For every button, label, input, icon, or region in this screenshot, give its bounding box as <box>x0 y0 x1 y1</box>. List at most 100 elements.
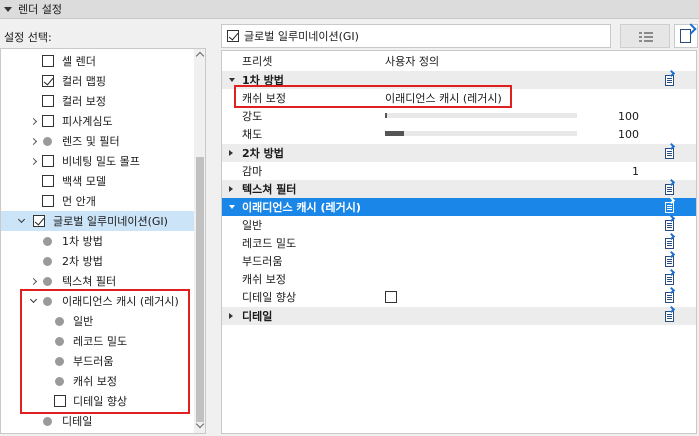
tree-item-primary-method[interactable]: 1차 방법 <box>1 231 194 251</box>
export-icon[interactable] <box>663 178 677 196</box>
tree-checkbox[interactable] <box>42 55 54 67</box>
tree-item-label: 셀 렌더 <box>62 55 96 68</box>
tree-item-distant-fog[interactable]: 먼 안개 <box>1 191 194 211</box>
tree-scrollbar[interactable] <box>194 49 205 433</box>
gi-header-label: 글로벌 일루미네이션(GI) <box>244 30 359 43</box>
tree-item-color-correction[interactable]: 컬러 보정 <box>1 91 194 111</box>
prop-row-detail-enhance[interactable]: 디테일 향상 <box>222 286 696 306</box>
prop-value[interactable]: 사용자 정의 <box>385 53 439 69</box>
scrollbar-thumb[interactable] <box>196 157 204 422</box>
prop-name: 강도 <box>242 110 263 123</box>
tree-checkbox[interactable] <box>42 155 54 167</box>
prop-name: 레코드 밀도 <box>242 237 297 250</box>
list-view-button[interactable] <box>620 24 670 48</box>
bullet-icon <box>43 256 52 266</box>
tree-checkbox[interactable] <box>42 195 54 207</box>
group-secondary-method[interactable]: 2차 방법 <box>222 142 696 162</box>
chevron-right-icon[interactable] <box>29 117 37 125</box>
tree-item-texture-filter[interactable]: 텍스쳐 필터 <box>1 271 194 291</box>
panel-title-bar[interactable]: 렌더 설정 <box>0 0 699 19</box>
export-icon[interactable] <box>663 232 677 250</box>
tree-item-lens-filter[interactable]: 렌즈 및 필터 <box>1 131 194 151</box>
tree-item-global-illumination[interactable]: 글로벌 일루미네이션(GI) <box>1 211 194 231</box>
group-texture-filter[interactable]: 텍스쳐 필터 <box>222 178 696 198</box>
detail-enhance-checkbox[interactable] <box>385 291 397 303</box>
group-name: 이래디언스 캐시 (레거시) <box>242 201 361 214</box>
collapse-triangle-icon[interactable] <box>229 78 235 82</box>
collapse-triangle-icon[interactable] <box>229 205 235 209</box>
prop-row-intensity[interactable]: 강도 100 <box>222 107 696 125</box>
export-icon[interactable] <box>663 214 677 232</box>
tree-item-depth-of-field[interactable]: 피사계심도 <box>1 111 194 131</box>
tree-item-white-model[interactable]: 백색 모델 <box>1 171 194 191</box>
tree-checkbox[interactable] <box>42 115 54 127</box>
saturation-slider[interactable] <box>385 131 577 136</box>
prop-name: 일반 <box>242 219 263 232</box>
prop-row-gamma[interactable]: 감마 1 <box>222 162 696 180</box>
collapse-triangle-icon[interactable] <box>4 6 12 12</box>
panel-title: 렌더 설정 <box>18 3 62 16</box>
prop-row-general[interactable]: 일반 <box>222 214 696 234</box>
chevron-right-icon[interactable] <box>29 137 37 145</box>
bullet-icon <box>43 136 52 146</box>
group-detail[interactable]: 디테일 <box>222 305 696 325</box>
tree-checkbox[interactable] <box>42 175 54 187</box>
gi-enable-checkbox[interactable] <box>227 30 239 42</box>
prop-name: 프리셋 <box>242 55 273 68</box>
tree-checkbox[interactable] <box>33 215 45 227</box>
tree-item-label: 피사계심도 <box>62 115 113 128</box>
export-icon[interactable] <box>663 69 677 87</box>
prop-row-smoothness[interactable]: 부드러움 <box>222 250 696 270</box>
chevron-right-icon[interactable] <box>29 157 37 165</box>
chevron-right-icon[interactable] <box>29 277 37 285</box>
tree-checkbox[interactable] <box>42 95 54 107</box>
highlight-box-tree <box>20 289 190 414</box>
prop-name: 부드러움 <box>242 255 283 268</box>
gi-header[interactable]: 글로벌 일루미네이션(GI) <box>221 24 611 48</box>
slider-fill <box>385 113 387 118</box>
export-icon[interactable] <box>663 142 677 160</box>
prop-row-record-density[interactable]: 레코드 밀도 <box>222 232 696 252</box>
tree-item-label: 컬러 보정 <box>62 95 106 108</box>
group-irradiance-cache[interactable]: 이래디언스 캐시 (레거시) <box>222 196 696 216</box>
prop-row-saturation[interactable]: 채도 100 <box>222 125 696 143</box>
export-button[interactable] <box>674 24 698 48</box>
prop-name: 디테일 향상 <box>242 291 297 304</box>
intensity-slider[interactable] <box>385 113 577 118</box>
export-icon[interactable] <box>663 250 677 268</box>
export-icon[interactable] <box>663 305 677 323</box>
expand-triangle-icon[interactable] <box>229 150 233 156</box>
export-icon[interactable] <box>663 268 677 286</box>
chevron-down-icon[interactable] <box>17 217 25 225</box>
tree-item-detail[interactable]: 디테일 <box>1 411 194 431</box>
export-icon[interactable] <box>663 196 677 214</box>
settings-select-label: 설정 선택: <box>4 31 52 44</box>
prop-value: 100 <box>618 127 639 141</box>
group-name: 텍스쳐 필터 <box>242 183 297 196</box>
scroll-up-icon[interactable] <box>195 51 205 61</box>
tree-checkbox[interactable] <box>42 75 54 87</box>
expand-triangle-icon[interactable] <box>229 186 233 192</box>
prop-row-cache-correction[interactable]: 캐쉬 보정 <box>222 268 696 288</box>
tree-item-vignetting[interactable]: 비네팅 밀도 몰프 <box>1 151 194 171</box>
tree-item-label: 텍스쳐 필터 <box>62 275 117 288</box>
tree-item-label: 컬러 맵핑 <box>62 75 106 88</box>
expand-triangle-icon[interactable] <box>229 313 233 319</box>
prop-row-preset[interactable]: 프리셋 사용자 정의 <box>222 52 696 70</box>
bullet-icon <box>43 236 52 246</box>
tree-item-label: 2차 방법 <box>62 255 103 268</box>
list-icon <box>639 32 653 42</box>
tree-item-label: 백색 모델 <box>62 175 106 188</box>
tree-item-label: 먼 안개 <box>62 195 96 208</box>
bullet-icon <box>43 276 52 286</box>
export-icon[interactable] <box>663 286 677 304</box>
prop-value[interactable]: 1 <box>632 165 639 178</box>
group-name: 디테일 <box>242 310 273 323</box>
bullet-icon <box>43 416 52 426</box>
tree-item-color-mapping[interactable]: 컬러 맵핑 <box>1 71 194 91</box>
slider-fill <box>385 131 405 136</box>
tree-item-cell-render[interactable]: 셀 렌더 <box>1 51 194 71</box>
prop-value: 100 <box>618 109 639 123</box>
group-name: 2차 방법 <box>242 147 284 160</box>
tree-item-secondary-method[interactable]: 2차 방법 <box>1 251 194 271</box>
